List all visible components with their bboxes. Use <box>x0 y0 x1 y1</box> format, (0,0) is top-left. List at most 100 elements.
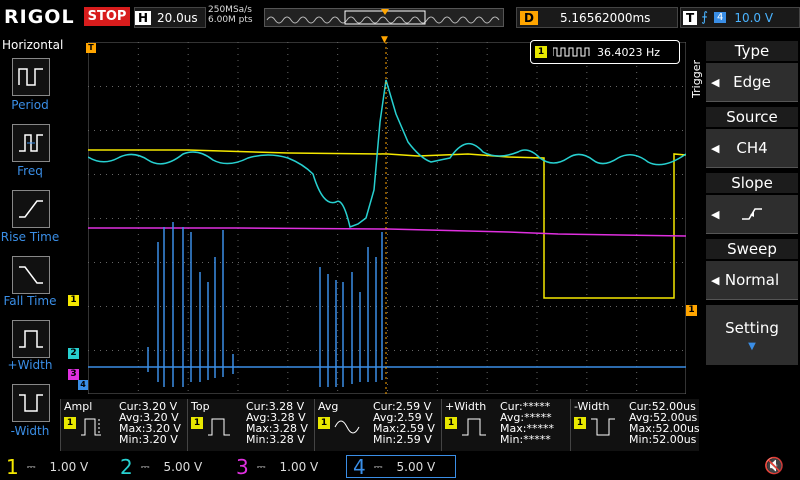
grid-dot <box>178 86 179 87</box>
grid-dot <box>137 138 139 139</box>
grid-dot <box>634 218 635 219</box>
measure-min: Min:52.00us <box>629 433 697 446</box>
measure-neg-width[interactable]: -Width 1 Cur:52.00us Avg:52.00us Max:52.00… <box>570 399 700 451</box>
measure-pos-width[interactable]: +Width 1 Cur:***** Avg:***** Max:***** Min:… <box>441 399 570 451</box>
grid-dot <box>337 132 339 133</box>
grid-dot <box>418 130 419 131</box>
speaker-muted-icon[interactable]: 🔇 <box>764 456 784 475</box>
grid-dot <box>268 86 269 87</box>
grid-dot <box>187 390 189 391</box>
grid-dot <box>118 86 119 87</box>
grid-dot <box>256 130 257 131</box>
trigger-status-readout[interactable]: T ⨍ 4 10.0 V <box>680 7 800 28</box>
grid-dot <box>430 86 431 87</box>
grid-dot <box>337 84 339 85</box>
grid-dot <box>400 262 401 263</box>
ch3-scale[interactable]: 3 ⎓ 1.00 V <box>236 455 318 479</box>
grid-dot <box>237 342 239 343</box>
grid-dot <box>436 198 438 199</box>
grid-dot <box>187 306 189 307</box>
grid-dot <box>346 174 347 175</box>
grid-dot <box>436 138 438 139</box>
grid-dot <box>137 258 139 259</box>
waveform-display[interactable] <box>88 42 686 394</box>
ch2-scale[interactable]: 2 ⎓ 5.00 V <box>120 455 202 479</box>
ch4-scale[interactable]: 4 ⎓ 5.00 V <box>346 455 456 479</box>
trigger-level-marker[interactable]: 1 <box>686 305 697 316</box>
ch2-offset-marker[interactable]: 2 <box>68 348 79 359</box>
grid-dot <box>237 354 239 355</box>
grid-dot <box>400 130 401 131</box>
rise-time-button[interactable] <box>12 190 50 228</box>
grid-dot <box>536 198 538 199</box>
brand-logo: RIGOL <box>4 6 75 28</box>
grid-dot <box>387 48 388 49</box>
slope-selector[interactable]: ◀ <box>706 195 798 234</box>
grid-dot <box>556 86 557 87</box>
grid-dot <box>387 198 388 199</box>
pos-width-button[interactable] <box>12 320 50 358</box>
grid-dot <box>387 318 388 319</box>
ch1-offset-marker[interactable]: 1 <box>68 295 79 306</box>
grid-dot <box>387 78 388 79</box>
grid-dot <box>187 264 189 265</box>
sweep-selector[interactable]: ◀ Normal <box>706 261 798 300</box>
grid-dot <box>556 174 557 175</box>
grid-dot <box>187 120 189 121</box>
grid-dot <box>604 262 605 263</box>
grid-dot <box>387 186 388 187</box>
neg-width-button[interactable] <box>12 384 50 422</box>
measure-ampl[interactable]: Ampl 1 Cur:3.20 V Avg:3.20 V Max:3.20 V Min… <box>60 399 187 451</box>
setting-button[interactable]: Setting ▼ <box>706 305 798 365</box>
freq-button[interactable] <box>12 124 50 162</box>
grid-dot <box>196 130 197 131</box>
ch4-offset-marker[interactable]: 4 <box>78 380 88 390</box>
grid-dot <box>486 234 488 235</box>
period-button[interactable] <box>12 58 50 96</box>
grid-dot <box>490 86 491 87</box>
grid-dot <box>287 360 289 361</box>
measure-avg-item[interactable]: Avg 1 Cur:2.59 V Avg:2.59 V Max:2.59 V Min:… <box>314 399 441 451</box>
memory-overview[interactable] <box>264 8 504 27</box>
grid-dot <box>244 350 245 351</box>
delay-readout[interactable]: D 5.16562000ms <box>516 7 678 28</box>
grid-dot <box>337 222 339 223</box>
measure-top[interactable]: Top 1 Cur:3.28 V Avg:3.28 V Max:3.28 V Min:… <box>187 399 314 451</box>
grid-dot <box>550 306 551 307</box>
grid-dot <box>536 240 538 241</box>
grid-dot <box>486 360 488 361</box>
source-selector[interactable]: ◀ CH4 <box>706 129 798 168</box>
grid-dot <box>486 306 488 307</box>
grid-dot <box>550 130 551 131</box>
top-icon <box>208 418 230 436</box>
grid-dot <box>436 318 438 319</box>
timebase-readout[interactable]: H 20.0us <box>134 7 206 28</box>
grid-dot <box>160 130 161 131</box>
grid-dot <box>536 390 538 391</box>
grid-dot <box>532 130 533 131</box>
grid-dot <box>387 114 388 115</box>
grid-dot <box>287 216 289 217</box>
grid-dot <box>586 222 588 223</box>
grid-dot <box>586 180 588 181</box>
grid-dot <box>137 348 139 349</box>
ch1-scale[interactable]: 1 ⎓ 1.00 V <box>6 455 88 479</box>
grid-dot <box>286 130 287 131</box>
grid-dot <box>646 350 647 351</box>
grid-dot <box>634 306 635 307</box>
run-stop-button[interactable]: STOP <box>84 7 130 26</box>
type-selector[interactable]: ◀ Edge <box>706 63 798 102</box>
grid-dot <box>287 150 289 151</box>
ch3-offset-marker[interactable]: 3 <box>68 369 79 380</box>
grid-dot <box>436 156 438 157</box>
grid-dot <box>616 218 617 219</box>
grid-dot <box>388 350 389 351</box>
grid-dot <box>322 86 323 87</box>
grid-dot <box>436 276 438 277</box>
grid-dot <box>556 350 557 351</box>
fall-time-icon <box>19 266 43 284</box>
grid-dot <box>337 360 339 361</box>
grid-dot <box>237 258 239 259</box>
grid-dot <box>598 350 599 351</box>
fall-time-button[interactable] <box>12 256 50 294</box>
